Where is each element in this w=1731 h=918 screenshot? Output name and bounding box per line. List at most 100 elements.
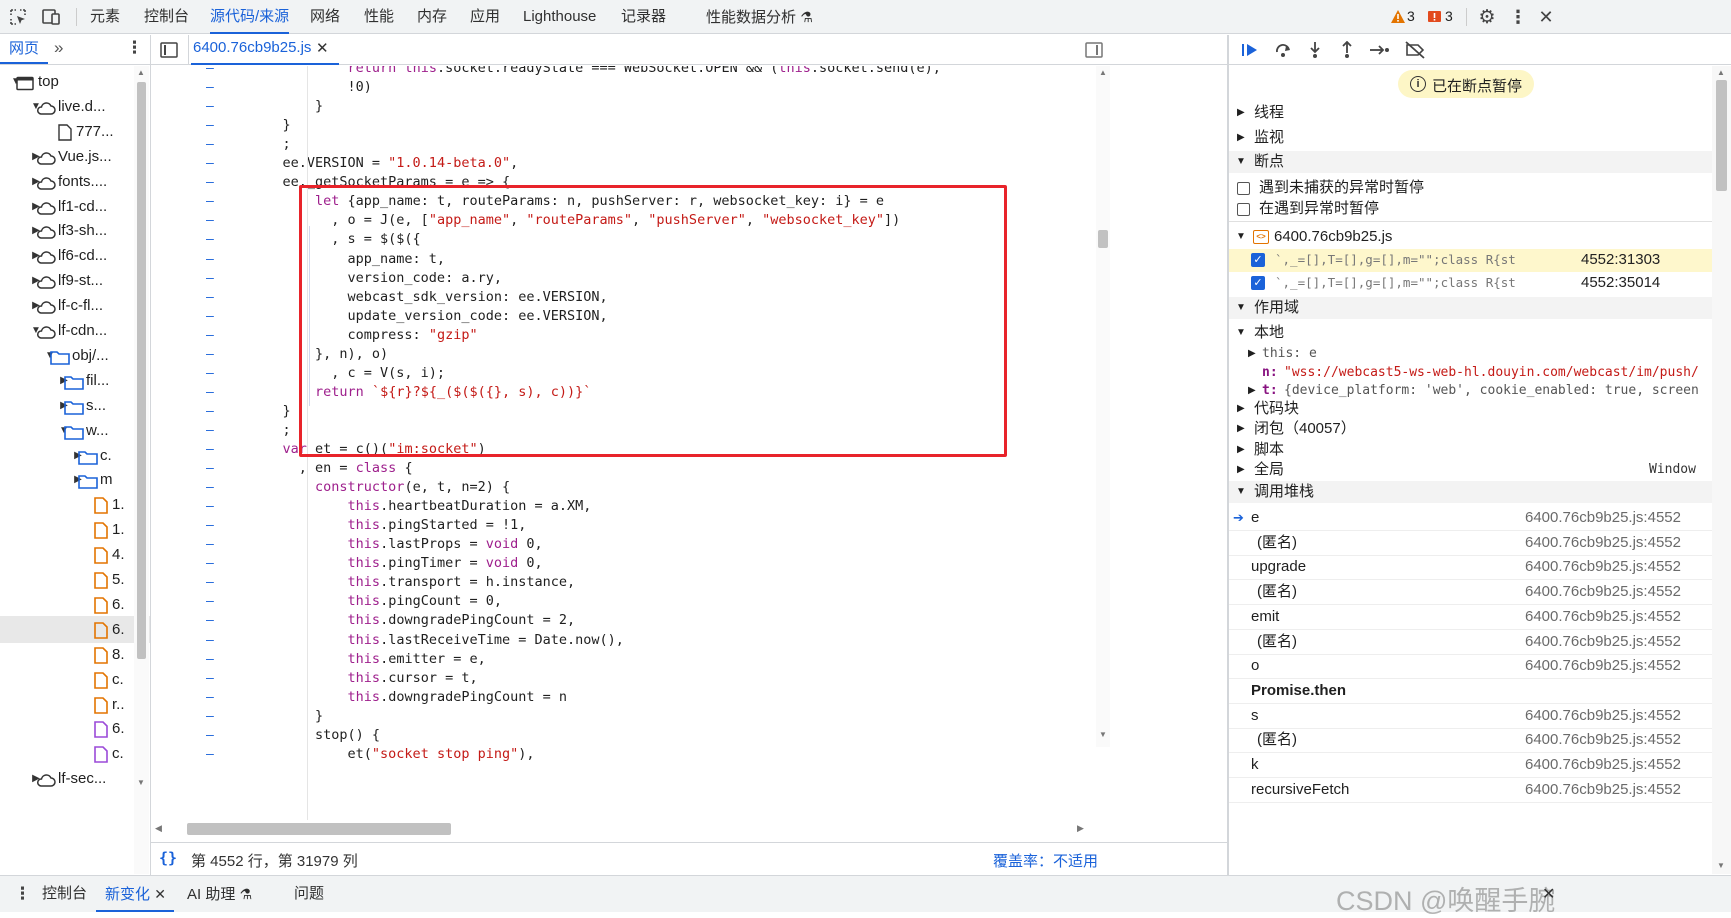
call-frame-location[interactable]: 6400.76cb9b25.js:4552 <box>1525 628 1681 655</box>
line-gutter-marker[interactable]: – <box>206 249 216 270</box>
scope-global[interactable]: ▶ 全局 Window <box>1229 459 1712 481</box>
pretty-print-icon[interactable]: {} <box>159 849 177 867</box>
editor-scrollbar-thumb[interactable] <box>1098 230 1108 248</box>
tab-memory[interactable]: 内存 <box>417 0 447 34</box>
tree-item[interactable]: c. <box>0 740 150 767</box>
section-watch[interactable]: ▶ 监视 <box>1229 127 1712 149</box>
device-toolbar-icon[interactable] <box>40 7 62 27</box>
line-gutter-marker[interactable]: – <box>206 134 216 155</box>
line-gutter-marker[interactable]: – <box>206 344 216 365</box>
line-gutter-marker[interactable]: – <box>206 477 216 498</box>
tab-sources[interactable]: 源代码/来源 <box>210 0 290 34</box>
tree-item[interactable]: ▼ lf-cdn... <box>0 317 150 344</box>
line-gutter-marker[interactable]: – <box>206 706 216 727</box>
line-gutter-marker[interactable]: – <box>206 287 216 308</box>
checkbox[interactable] <box>1237 203 1250 216</box>
coverage-link[interactable]: 覆盖率：不适用 <box>993 850 1098 871</box>
tree-item[interactable]: 1. <box>0 516 150 543</box>
call-frame-location[interactable]: 6400.76cb9b25.js:4552 <box>1525 578 1681 605</box>
scroll-up-icon[interactable]: ▲ <box>1717 68 1725 77</box>
line-gutter-marker[interactable]: – <box>206 229 216 250</box>
step-out-icon[interactable] <box>1337 40 1357 60</box>
call-frame[interactable]: k 6400.76cb9b25.js:4552 <box>1229 751 1712 778</box>
call-frame-location[interactable]: 6400.76cb9b25.js:4552 <box>1525 776 1681 803</box>
call-frame-location[interactable]: 6400.76cb9b25.js:4552 <box>1525 751 1681 778</box>
tree-item[interactable]: ▶ lf-sec... <box>0 765 150 792</box>
section-scope[interactable]: ▼ 作用域 <box>1229 297 1712 319</box>
call-frame[interactable]: recursiveFetch 6400.76cb9b25.js:4552 <box>1229 776 1712 803</box>
line-gutter-marker[interactable]: – <box>206 306 216 327</box>
line-gutter-marker[interactable]: – <box>206 363 216 384</box>
scroll-right-icon[interactable]: ▶ <box>1077 823 1084 834</box>
call-frame[interactable]: s 6400.76cb9b25.js:4552 <box>1229 702 1712 729</box>
call-frame[interactable]: Promise.then <box>1229 677 1712 704</box>
line-gutter-marker[interactable]: – <box>206 191 216 212</box>
checkbox-checked-icon[interactable]: ✓ <box>1251 276 1265 290</box>
more-options-icon[interactable]: ⋮ <box>1509 7 1527 27</box>
tab-performance-insights[interactable]: 性能数据分析 ⚗ <box>706 0 813 34</box>
scope-local[interactable]: ▼ 本地 <box>1229 322 1712 344</box>
tree-item[interactable]: 6. <box>0 591 150 618</box>
editor-hscrollbar[interactable]: ◀ ▶ <box>151 820 1201 838</box>
line-gutter-marker[interactable]: – <box>206 515 216 536</box>
line-gutter-marker[interactable]: – <box>206 534 216 555</box>
tab-performance[interactable]: 性能 <box>364 0 394 34</box>
call-frame[interactable]: (匿名) 6400.76cb9b25.js:4552 <box>1229 578 1712 606</box>
section-callstack[interactable]: ▼ 调用堆栈 <box>1229 481 1712 503</box>
line-gutter-marker[interactable]: – <box>206 610 216 631</box>
line-gutter-marker[interactable]: – <box>206 325 216 346</box>
section-threads[interactable]: ▶ 线程 <box>1229 102 1712 124</box>
sidebar-scrollbar-thumb[interactable] <box>1716 80 1727 191</box>
more-tabs-chevron-icon[interactable]: » <box>54 38 63 58</box>
tab-elements[interactable]: 元素 <box>90 0 120 34</box>
section-breakpoints[interactable]: ▼ 断点 <box>1229 151 1712 173</box>
tree-item[interactable]: ▶ lf6-cd... <box>0 242 150 269</box>
tab-page[interactable]: 网页 <box>0 35 48 64</box>
navigator-menu-icon[interactable]: ⋮ <box>126 38 143 58</box>
sidebar-scrollbar[interactable]: ▲ ▼ <box>1712 66 1731 874</box>
drawer-tab-issues[interactable]: 问题 <box>294 876 324 912</box>
call-frame-location[interactable]: 6400.76cb9b25.js:4552 <box>1525 702 1681 729</box>
tab-lighthouse[interactable]: Lighthouse <box>523 0 596 34</box>
close-tab-icon[interactable]: ✕ <box>316 39 329 57</box>
tree-item[interactable]: ▶ fonts.... <box>0 168 150 195</box>
deactivate-breakpoints-icon[interactable] <box>1403 40 1427 60</box>
line-gutter-marker[interactable]: – <box>206 115 216 136</box>
tab-recorder[interactable]: 记录器 <box>621 0 666 34</box>
bp-option-uncaught[interactable]: 遇到未捕获的异常时暂停 <box>1229 177 1712 199</box>
call-frame[interactable]: o 6400.76cb9b25.js:4552 <box>1229 652 1712 680</box>
call-frame-location[interactable]: 6400.76cb9b25.js:4552 <box>1525 553 1681 580</box>
settings-gear-icon[interactable]: ⚙ <box>1477 7 1497 28</box>
checkbox-checked-icon[interactable]: ✓ <box>1251 253 1265 267</box>
call-frame[interactable]: (匿名) 6400.76cb9b25.js:4552 <box>1229 726 1712 754</box>
tree-scrollbar[interactable]: ▲ ▼ <box>134 66 149 874</box>
line-gutter-marker[interactable]: – <box>206 420 216 441</box>
tree-item[interactable]: c. <box>0 666 150 693</box>
tree-item[interactable]: ▼ w... <box>0 417 150 444</box>
drawer-tab-changes[interactable]: 新变化 ✕ <box>96 876 174 912</box>
call-frame-location[interactable]: 6400.76cb9b25.js:4552 <box>1525 504 1681 531</box>
tree-item[interactable]: 8. <box>0 641 150 668</box>
tree-item[interactable]: 6. <box>0 615 150 643</box>
line-gutter-marker[interactable]: – <box>206 210 216 231</box>
line-gutter-marker[interactable]: – <box>206 382 216 403</box>
line-gutter-marker[interactable]: – <box>206 725 216 746</box>
file-tab-active[interactable]: 6400.76cb9b25.js ✕ <box>191 35 339 65</box>
breakpoint-item[interactable]: ✓ `,_=[],T=[],g=[],m="";class R{static g…… <box>1229 272 1712 295</box>
issue-flag-icon[interactable] <box>1427 9 1443 25</box>
tree-item[interactable]: 1. <box>0 491 150 518</box>
scroll-down-icon[interactable]: ▼ <box>1717 861 1725 870</box>
tab-application[interactable]: 应用 <box>470 0 500 34</box>
line-gutter-marker[interactable]: – <box>206 458 216 479</box>
tree-item[interactable]: ▼ live.d... <box>0 93 150 120</box>
line-gutter-marker[interactable]: – <box>206 687 216 708</box>
tree-item[interactable]: ▶ fil... <box>0 367 150 394</box>
scope-closure[interactable]: ▶ 闭包（40057） <box>1229 418 1712 440</box>
line-gutter-marker[interactable]: – <box>206 401 216 422</box>
bp-file-group[interactable]: ▼ <> 6400.76cb9b25.js <box>1229 226 1712 248</box>
scroll-up-icon[interactable]: ▲ <box>1099 68 1107 77</box>
scroll-left-icon[interactable]: ◀ <box>155 823 162 834</box>
line-gutter-marker[interactable]: – <box>206 439 216 460</box>
tree-item[interactable]: 5. <box>0 566 150 593</box>
tree-item[interactable]: r.. <box>0 691 150 718</box>
